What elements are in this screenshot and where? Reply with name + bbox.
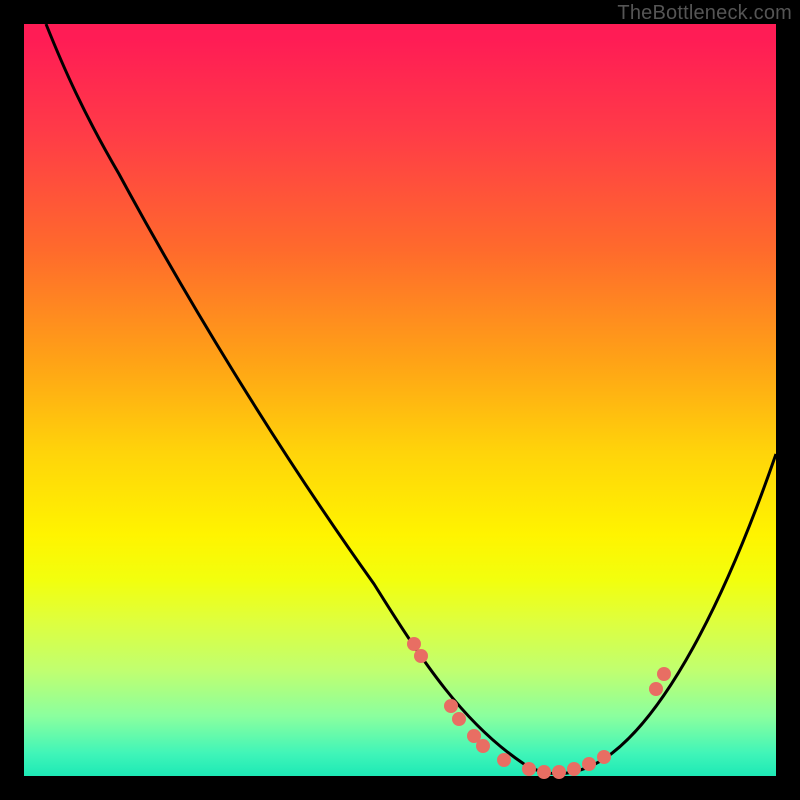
watermark: TheBottleneck.com xyxy=(617,2,792,25)
sample-points xyxy=(407,637,671,779)
plot-svg xyxy=(24,24,776,776)
plot-container xyxy=(24,24,776,776)
bottleneck-curve xyxy=(46,24,776,774)
